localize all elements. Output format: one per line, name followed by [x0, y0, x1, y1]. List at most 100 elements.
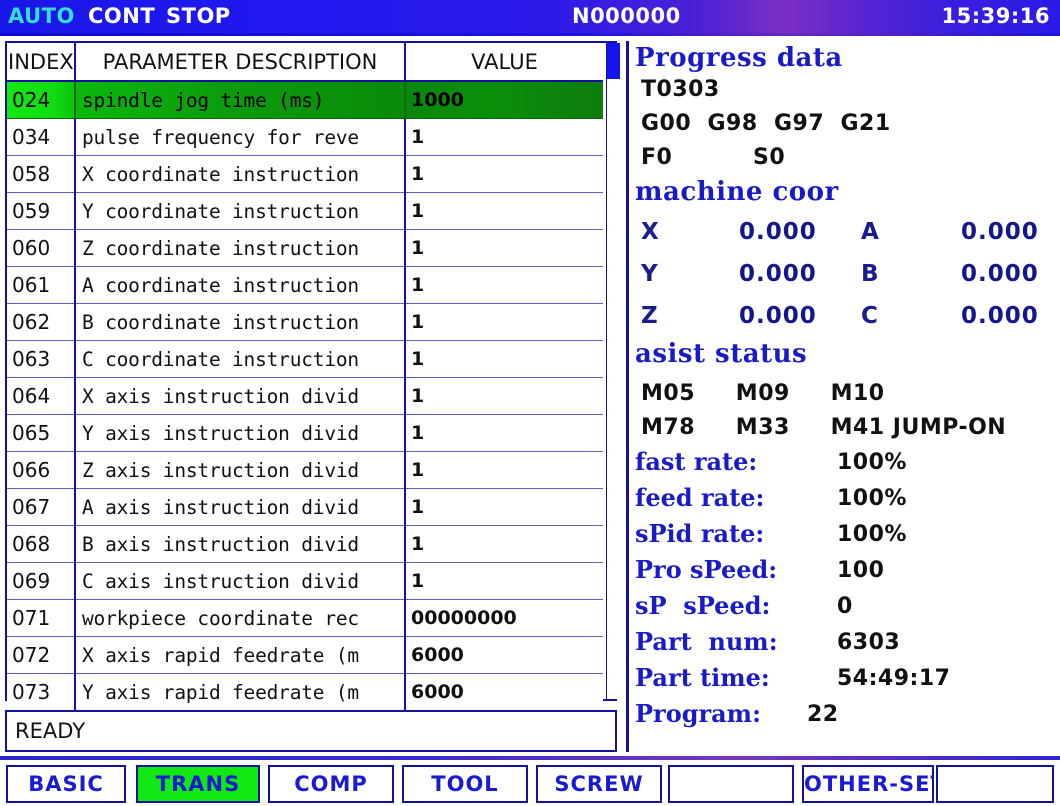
cell-value[interactable]: 1 [405, 414, 603, 452]
program-label: Program: [635, 699, 761, 728]
run-state-label: STOP [166, 4, 231, 28]
cell-index: 068 [7, 525, 76, 563]
cell-description: Y axis rapid feedrate (m [75, 673, 406, 711]
program-speed-value: 100 [837, 558, 885, 583]
axis-label-y: Y [641, 261, 658, 287]
cell-description: pulse frequency for reve [75, 118, 406, 156]
axis-label-b: B [861, 261, 879, 287]
softkey-tool[interactable]: TOOL [402, 765, 528, 803]
cell-value[interactable]: 6000 [405, 636, 603, 674]
cell-index: 024 [7, 81, 76, 119]
cell-value[interactable]: 1 [405, 488, 603, 526]
axis-label-a: A [861, 219, 879, 245]
cell-index: 067 [7, 488, 76, 526]
cell-value[interactable]: 6000 [405, 673, 603, 711]
softkey-basic[interactable]: BASIC [6, 765, 126, 803]
clock-label: 15:39:16 [941, 4, 1050, 28]
table-row[interactable]: 065 Y axis instruction divid 1 [7, 414, 603, 452]
cell-index: 060 [7, 229, 76, 267]
softkey-empty-5[interactable] [668, 765, 794, 803]
axis-value-b: 0.000 [961, 261, 1039, 287]
table-row[interactable]: 059 Y coordinate instruction 1 [7, 192, 603, 230]
softkey-other-set[interactable]: OTHER-SET [802, 765, 934, 803]
spindle-rate-label: sPid rate: [635, 519, 765, 548]
program-value: 22 [807, 702, 839, 727]
cell-index: 061 [7, 266, 76, 304]
table-row[interactable]: 060 Z coordinate instruction 1 [7, 229, 603, 267]
parameter-table-panel: INDEX PARAMETER DESCRIPTION VALUE 024 spi… [5, 41, 617, 711]
cell-value[interactable]: 1 [405, 525, 603, 563]
cell-value[interactable]: 1 [405, 266, 603, 304]
cell-value[interactable]: 1 [405, 340, 603, 378]
status-message: READY [15, 719, 86, 743]
table-row[interactable]: 024 spindle jog time (ms) 1000 [7, 81, 603, 119]
softkey-comp[interactable]: COMP [268, 765, 394, 803]
column-header-index: INDEX [7, 43, 76, 82]
feed-rate-label: feed rate: [635, 483, 765, 512]
parameter-table[interactable]: INDEX PARAMETER DESCRIPTION VALUE 024 spi… [7, 43, 603, 711]
cell-index: 072 [7, 636, 76, 674]
table-row[interactable]: 069 C axis instruction divid 1 [7, 562, 603, 600]
feed-code: F0 [641, 145, 673, 170]
table-row[interactable]: 058 X coordinate instruction 1 [7, 155, 603, 193]
assist-status-heading: asist status [635, 339, 808, 369]
axis-label-c: C [861, 303, 878, 329]
operating-mode-label: AUTO [8, 4, 75, 28]
table-row[interactable]: 062 B coordinate instruction 1 [7, 303, 603, 341]
table-row[interactable]: 073 Y axis rapid feedrate (m 6000 [7, 673, 603, 711]
cell-index: 069 [7, 562, 76, 600]
cell-value[interactable]: 1 [405, 192, 603, 230]
status-message-bar: READY [5, 710, 617, 752]
cell-index: 066 [7, 451, 76, 489]
cell-description: B coordinate instruction [75, 303, 406, 341]
cell-value[interactable]: 1 [405, 562, 603, 600]
softkey-trans[interactable]: TRANS [136, 765, 260, 803]
cell-value[interactable]: 1000 [405, 81, 603, 119]
table-row[interactable]: 061 A coordinate instruction 1 [7, 266, 603, 304]
cell-description: workpiece coordinate rec [75, 599, 406, 637]
machine-coor-heading: machine coor [635, 177, 839, 207]
cell-value[interactable]: 1 [405, 118, 603, 156]
cell-index: 063 [7, 340, 76, 378]
cell-value[interactable]: 1 [405, 451, 603, 489]
cell-description: X coordinate instruction [75, 155, 406, 193]
table-row[interactable]: 034 pulse frequency for reve 1 [7, 118, 603, 156]
softkey-toolbar-divider [0, 756, 1060, 760]
cell-value[interactable]: 1 [405, 155, 603, 193]
softkey-empty-7[interactable] [936, 765, 1054, 803]
table-row[interactable]: 071 workpiece coordinate rec 00000000 [7, 599, 603, 637]
table-row[interactable]: 064 X axis instruction divid 1 [7, 377, 603, 415]
softkey-screw[interactable]: SCREW [536, 765, 662, 803]
table-scrollbar[interactable] [606, 43, 620, 699]
cell-value[interactable]: 1 [405, 229, 603, 267]
cell-value[interactable]: 00000000 [405, 599, 603, 637]
table-row[interactable]: 067 A axis instruction divid 1 [7, 488, 603, 526]
feed-rate-value: 100% [837, 486, 907, 511]
cell-description: C coordinate instruction [75, 340, 406, 378]
cell-description: B axis instruction divid [75, 525, 406, 563]
progress-info-panel: Progress data T0303 G00 G98 G97 G21 F0 S… [626, 41, 1056, 752]
table-row[interactable]: 063 C coordinate instruction 1 [7, 340, 603, 378]
table-row[interactable]: 068 B axis instruction divid 1 [7, 525, 603, 563]
part-count-label: Part num: [635, 627, 778, 656]
softkey-toolbar: BASIC TRANS COMP TOOL SCREW OTHER-SET [0, 756, 1060, 806]
top-status-bar: AUTO CONT STOP N000000 15:39:16 [0, 0, 1060, 33]
cell-index: 059 [7, 192, 76, 230]
spindle-speed-code: S0 [753, 145, 786, 170]
axis-label-x: X [641, 219, 659, 245]
cell-description: A axis instruction divid [75, 488, 406, 526]
part-time-value: 54:49:17 [837, 666, 951, 691]
table-scrollbar-thumb[interactable] [607, 43, 620, 79]
m-codes-row-1: M05 M09 M10 [641, 381, 885, 406]
axis-value-y: 0.000 [739, 261, 817, 287]
cell-description: Z axis instruction divid [75, 451, 406, 489]
run-mode-label: CONT [88, 4, 156, 28]
cell-description: A coordinate instruction [75, 266, 406, 304]
table-row[interactable]: 072 X axis rapid feedrate (m 6000 [7, 636, 603, 674]
cell-value[interactable]: 1 [405, 377, 603, 415]
table-row[interactable]: 066 Z axis instruction divid 1 [7, 451, 603, 489]
m-codes-row-2: M78 M33 M41 JUMP-ON [641, 415, 1007, 440]
cell-value[interactable]: 1 [405, 303, 603, 341]
cell-index: 071 [7, 599, 76, 637]
spindle-speed-value: 0 [837, 594, 853, 619]
